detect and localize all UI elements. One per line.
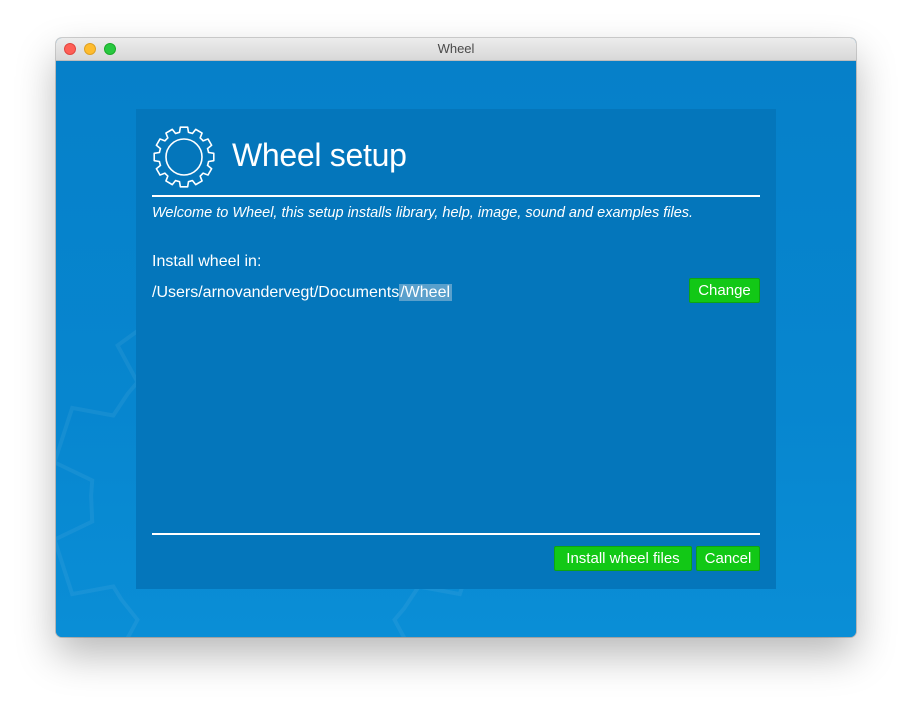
app-window: Wheel Wheel setup Welcome to Wheel, this… — [56, 38, 856, 637]
install-path[interactable]: /Users/arnovandervegt/Documents/Wheel — [152, 281, 453, 305]
welcome-text: Welcome to Wheel, this setup installs li… — [152, 205, 694, 221]
install-location-label: Install wheel in: — [152, 253, 262, 270]
header-divider — [152, 195, 760, 197]
install-path-selected[interactable]: /Wheel — [399, 284, 453, 301]
footer-divider — [152, 533, 760, 535]
window-title: Wheel — [437, 41, 475, 56]
install-path-prefix: /Users/arnovandervegt/Documents — [152, 284, 400, 301]
title-bar[interactable]: Wheel — [56, 38, 856, 61]
page-title: Wheel setup — [232, 137, 407, 173]
install-button[interactable]: Install wheel files — [554, 546, 692, 571]
setup-header: Wheel setup — [152, 125, 760, 195]
change-button[interactable]: Change — [689, 278, 760, 303]
cancel-button[interactable]: Cancel — [696, 546, 760, 571]
setup-panel: Wheel setup Welcome to Wheel, this setup… — [136, 109, 776, 589]
window-content: Wheel setup Welcome to Wheel, this setup… — [56, 61, 856, 637]
gear-icon — [153, 126, 215, 188]
